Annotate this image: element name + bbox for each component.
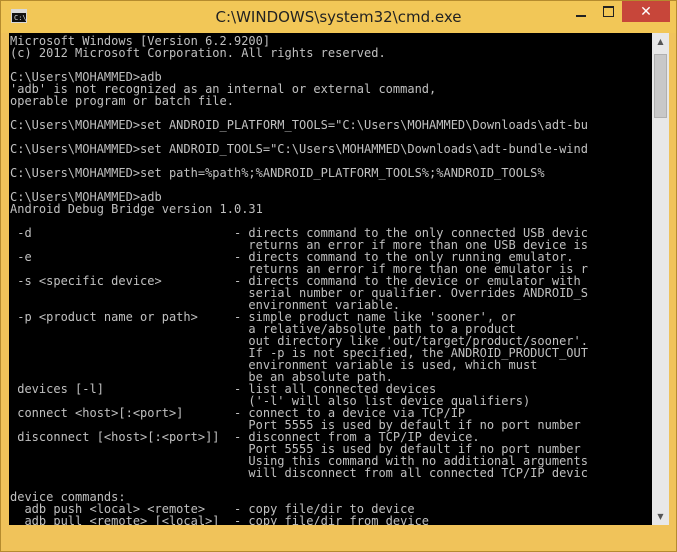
vertical-scrollbar[interactable]: ▲ ▼ <box>652 33 669 525</box>
maximize-button[interactable] <box>595 1 622 22</box>
title-bar[interactable]: C:\ C:\WINDOWS\system32\cmd.exe ✕ <box>1 1 676 33</box>
close-icon: ✕ <box>640 3 652 20</box>
console-line: operable program or batch file. <box>10 94 234 108</box>
console-line: C:\Users\MOHAMMED>set ANDROID_TOOLS="C:\… <box>10 142 588 156</box>
cmd-window: C:\ C:\WINDOWS\system32\cmd.exe ✕ Micros… <box>0 0 677 552</box>
scroll-down-arrow-icon[interactable]: ▼ <box>652 508 669 525</box>
minimize-button[interactable] <box>567 1 595 22</box>
maximize-icon <box>603 6 614 17</box>
console-line: adb pull <remote> [<local>] - copy file/… <box>10 514 430 525</box>
scroll-up-arrow-icon[interactable]: ▲ <box>652 33 669 50</box>
console-text: Microsoft Windows [Version 6.2.9200] (c)… <box>9 33 652 525</box>
minimize-icon <box>576 14 586 17</box>
console-line: C:\Users\MOHAMMED>set path=%path%;%ANDRO… <box>10 166 545 180</box>
console-line: will disconnect from all connected TCP/I… <box>10 466 588 480</box>
console-line: C:\Users\MOHAMMED>set ANDROID_PLATFORM_T… <box>10 118 588 132</box>
console-line: Android Debug Bridge version 1.0.31 <box>10 202 263 216</box>
console-output[interactable]: Microsoft Windows [Version 6.2.9200] (c)… <box>9 33 652 525</box>
console-line: (c) 2012 Microsoft Corporation. All righ… <box>10 46 386 60</box>
close-button[interactable]: ✕ <box>622 1 670 22</box>
scrollbar-thumb[interactable] <box>654 54 667 118</box>
window-bottom-border <box>1 525 676 551</box>
